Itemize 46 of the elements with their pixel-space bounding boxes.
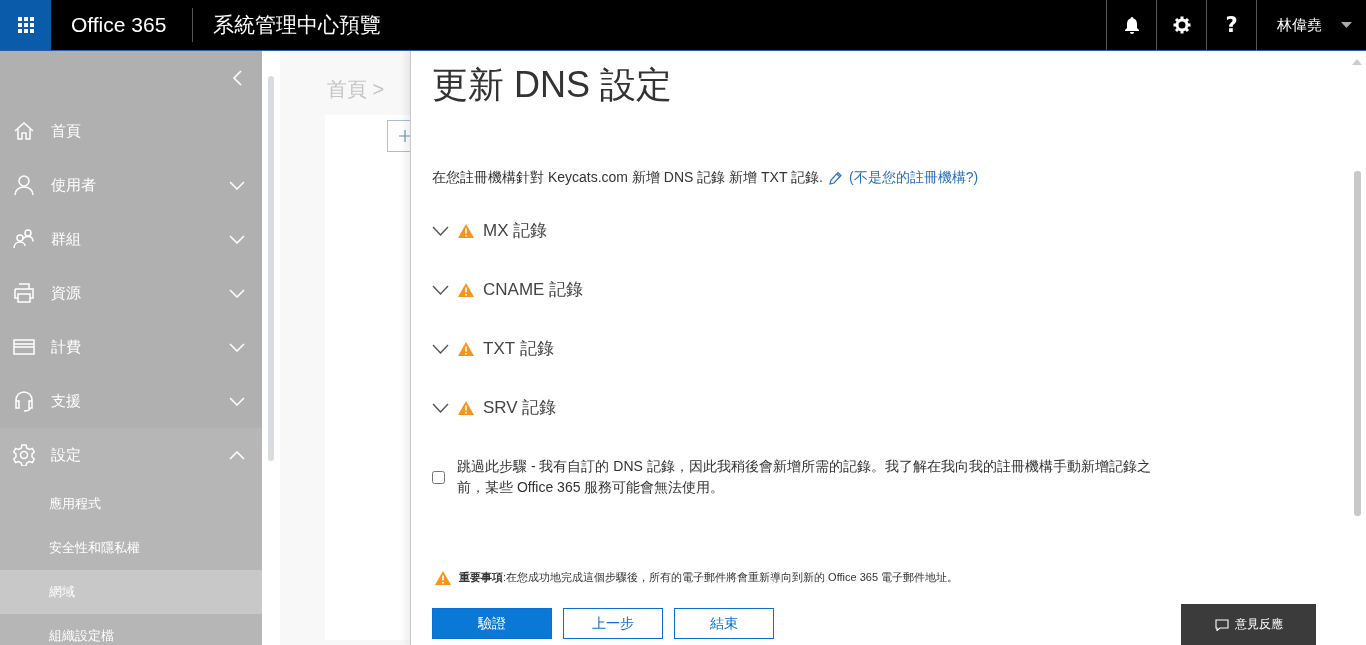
chevron-down-icon	[229, 396, 245, 406]
person-icon	[13, 174, 35, 196]
plus-icon	[399, 130, 411, 142]
secondary-button[interactable]: 上一步	[563, 608, 663, 639]
settings-icon	[13, 444, 35, 466]
chevron-down-icon	[432, 402, 449, 413]
record-section-header[interactable]: TXT 記錄	[432, 319, 1306, 378]
app-launcher-button[interactable]	[0, 0, 51, 50]
page-title: 系統管理中心預覽	[212, 12, 382, 38]
skip-checkbox[interactable]	[432, 470, 445, 484]
headset-icon	[13, 390, 35, 412]
warning-icon	[458, 223, 474, 238]
verify-button[interactable]: 驗證	[432, 608, 552, 639]
settings-icon	[1172, 16, 1191, 34]
chevron-down-icon	[432, 225, 449, 236]
caret-icon	[1341, 22, 1352, 28]
pencil-icon[interactable]	[829, 171, 843, 185]
warning-icon	[458, 400, 474, 415]
secondary-button[interactable]: 結束	[674, 608, 774, 639]
warning-icon	[458, 282, 474, 297]
chevron-down-icon	[229, 288, 245, 298]
skip-checkbox-label: 跳過此步驟 - 我有自訂的 DNS 記錄，因此我稍後會新增所需的記錄。我了解在我向我的註冊機構手動新增記錄之前，某些 Office 365 服務可能會無法使用。	[457, 457, 1152, 497]
app-name[interactable]: Office 365	[51, 8, 194, 42]
chevron-down-icon	[229, 180, 245, 190]
home-icon	[13, 120, 35, 142]
bell-icon	[1123, 16, 1140, 34]
record-section-header[interactable]: SRV 記錄	[432, 378, 1306, 437]
chevron-down-icon	[432, 284, 449, 295]
people-icon	[13, 228, 35, 250]
chevron-up-icon	[229, 450, 245, 460]
chevron-down-icon	[432, 343, 449, 354]
printer-icon	[13, 282, 35, 304]
description-text: 在您註冊機構針對 Keycats.com 新增 DNS 記錄 新增 TXT 記錄.	[432, 169, 823, 187]
feedback-button[interactable]: 意見反應	[1181, 604, 1316, 645]
speech-bubble-icon	[1214, 618, 1229, 631]
chevron-down-icon	[229, 342, 245, 352]
chevron-down-icon	[229, 234, 245, 244]
record-section-header[interactable]: CNAME 記錄	[432, 260, 1306, 319]
important-notice: 重要事項:在您成功地完成這個步驟後，所有的電子郵件將會重新導向到新的 Office 365 電子郵件地址。	[459, 570, 959, 585]
record-section-header[interactable]: MX 記錄	[432, 201, 1306, 260]
warning-icon	[458, 341, 474, 356]
waffle-icon	[17, 17, 34, 33]
warning-icon	[435, 570, 451, 585]
registrar-link[interactable]: (不是您的註冊機構?)	[849, 169, 979, 187]
card-icon	[13, 336, 35, 358]
panel-title: 更新 DNS 設定	[432, 63, 673, 107]
